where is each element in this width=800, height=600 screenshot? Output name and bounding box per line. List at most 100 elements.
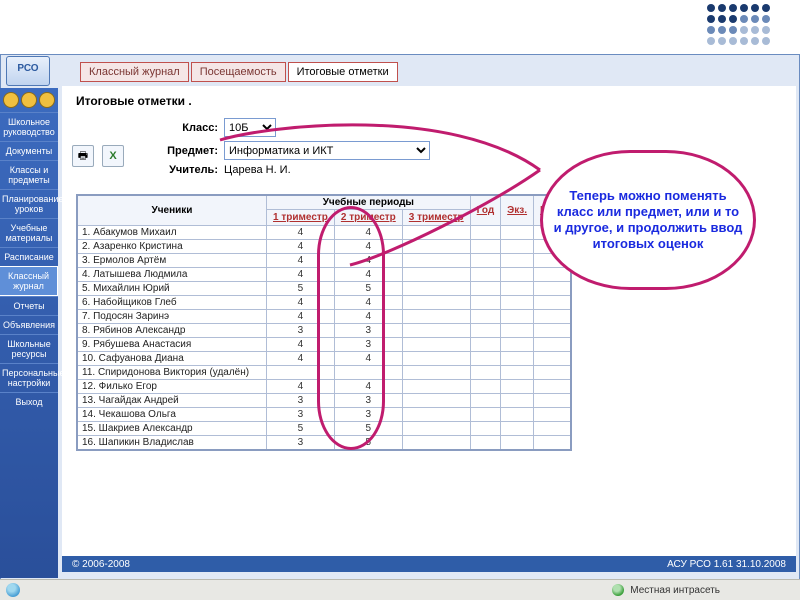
grade-cell[interactable] bbox=[402, 310, 470, 324]
grade-cell[interactable] bbox=[501, 352, 534, 366]
grade-cell[interactable]: 4 bbox=[334, 352, 402, 366]
grade-cell[interactable] bbox=[402, 380, 470, 394]
grade-cell[interactable] bbox=[470, 254, 501, 268]
grade-cell[interactable]: 4 bbox=[267, 240, 335, 254]
grade-cell[interactable] bbox=[534, 352, 572, 366]
grade-cell[interactable]: 3 bbox=[334, 408, 402, 422]
grade-cell[interactable]: 4 bbox=[267, 296, 335, 310]
grade-cell[interactable]: 5 bbox=[334, 436, 402, 451]
sidebar-item-4[interactable]: Учебные материалы bbox=[0, 218, 58, 247]
grade-cell[interactable] bbox=[402, 436, 470, 451]
grade-cell[interactable] bbox=[470, 268, 501, 282]
grade-cell[interactable] bbox=[534, 436, 572, 451]
grade-cell[interactable] bbox=[470, 394, 501, 408]
col-trimester-2[interactable]: 2 триместр bbox=[334, 210, 402, 226]
grade-cell[interactable] bbox=[402, 324, 470, 338]
grade-cell[interactable]: 3 bbox=[267, 408, 335, 422]
grade-cell[interactable] bbox=[501, 422, 534, 436]
grade-cell[interactable] bbox=[470, 436, 501, 451]
grade-cell[interactable] bbox=[334, 366, 402, 380]
grade-cell[interactable] bbox=[402, 408, 470, 422]
grade-cell[interactable] bbox=[534, 338, 572, 352]
subject-select[interactable]: Информатика и ИКТ bbox=[224, 141, 430, 160]
grade-cell[interactable]: 4 bbox=[334, 268, 402, 282]
grade-cell[interactable] bbox=[470, 352, 501, 366]
grade-cell[interactable] bbox=[402, 366, 470, 380]
grade-cell[interactable]: 4 bbox=[334, 310, 402, 324]
grade-cell[interactable] bbox=[402, 422, 470, 436]
class-select[interactable]: 10Б bbox=[224, 118, 276, 137]
grade-cell[interactable]: 4 bbox=[334, 240, 402, 254]
col-trimester-1[interactable]: 1 триместр bbox=[267, 210, 335, 226]
grade-cell[interactable] bbox=[501, 338, 534, 352]
grade-cell[interactable] bbox=[402, 338, 470, 352]
grade-cell[interactable] bbox=[534, 366, 572, 380]
grade-cell[interactable]: 4 bbox=[267, 254, 335, 268]
grade-cell[interactable]: 3 bbox=[267, 394, 335, 408]
grade-cell[interactable] bbox=[402, 296, 470, 310]
excel-icon[interactable]: X bbox=[102, 145, 124, 167]
print-icon[interactable]: 🖶 bbox=[72, 145, 94, 167]
sidebar-item-7[interactable]: Отчеты bbox=[0, 296, 58, 315]
grade-cell[interactable]: 3 bbox=[334, 324, 402, 338]
grade-cell[interactable] bbox=[501, 366, 534, 380]
mail-icon[interactable] bbox=[3, 92, 19, 108]
grade-cell[interactable]: 4 bbox=[267, 352, 335, 366]
grade-cell[interactable] bbox=[470, 422, 501, 436]
grade-cell[interactable] bbox=[470, 282, 501, 296]
col-trimester-3[interactable]: 3 триместр bbox=[402, 210, 470, 226]
grade-cell[interactable] bbox=[534, 422, 572, 436]
grade-cell[interactable]: 4 bbox=[267, 380, 335, 394]
sidebar-item-3[interactable]: Планирование уроков bbox=[0, 189, 58, 218]
tab-final-grades[interactable]: Итоговые отметки bbox=[288, 62, 398, 82]
grade-cell[interactable] bbox=[402, 268, 470, 282]
sidebar-item-9[interactable]: Школьные ресурсы bbox=[0, 334, 58, 363]
grade-cell[interactable] bbox=[470, 338, 501, 352]
grade-cell[interactable] bbox=[470, 366, 501, 380]
grade-cell[interactable] bbox=[402, 240, 470, 254]
grade-cell[interactable] bbox=[501, 394, 534, 408]
grade-cell[interactable]: 3 bbox=[267, 436, 335, 451]
grade-cell[interactable] bbox=[402, 394, 470, 408]
grade-cell[interactable] bbox=[470, 226, 501, 240]
grade-cell[interactable]: 4 bbox=[334, 296, 402, 310]
sidebar-item-10[interactable]: Персональные настройки bbox=[0, 363, 58, 392]
tab-attendance[interactable]: Посещаемость bbox=[191, 62, 286, 82]
grade-cell[interactable] bbox=[402, 254, 470, 268]
grade-cell[interactable] bbox=[501, 254, 534, 268]
sidebar-item-5[interactable]: Расписание bbox=[0, 247, 58, 266]
grade-cell[interactable] bbox=[402, 352, 470, 366]
col-year[interactable]: Год bbox=[470, 195, 501, 226]
grade-cell[interactable]: 5 bbox=[334, 282, 402, 296]
grade-cell[interactable]: 3 bbox=[267, 324, 335, 338]
grade-cell[interactable]: 5 bbox=[267, 422, 335, 436]
grade-cell[interactable]: 3 bbox=[334, 394, 402, 408]
sidebar-item-0[interactable]: Школьное руководство bbox=[0, 112, 58, 141]
grade-cell[interactable] bbox=[501, 282, 534, 296]
grade-cell[interactable] bbox=[470, 380, 501, 394]
grade-cell[interactable] bbox=[501, 310, 534, 324]
sidebar-item-2[interactable]: Классы и предметы bbox=[0, 160, 58, 189]
grade-cell[interactable]: 4 bbox=[267, 226, 335, 240]
col-exam[interactable]: Экз. bbox=[501, 195, 534, 226]
grade-cell[interactable]: 4 bbox=[334, 254, 402, 268]
grade-cell[interactable] bbox=[534, 282, 572, 296]
help-icon[interactable] bbox=[39, 92, 55, 108]
grade-cell[interactable] bbox=[501, 408, 534, 422]
grade-cell[interactable]: 4 bbox=[267, 268, 335, 282]
grade-cell[interactable] bbox=[501, 296, 534, 310]
sidebar-item-1[interactable]: Документы bbox=[0, 141, 58, 160]
grade-cell[interactable]: 4 bbox=[334, 226, 402, 240]
grade-cell[interactable] bbox=[534, 324, 572, 338]
tab-journal[interactable]: Классный журнал bbox=[80, 62, 189, 82]
grade-cell[interactable]: 5 bbox=[334, 422, 402, 436]
grade-cell[interactable] bbox=[501, 436, 534, 451]
grade-cell[interactable] bbox=[501, 380, 534, 394]
grade-cell[interactable] bbox=[501, 240, 534, 254]
grade-cell[interactable] bbox=[470, 310, 501, 324]
grade-cell[interactable] bbox=[534, 408, 572, 422]
sidebar-item-8[interactable]: Объявления bbox=[0, 315, 58, 334]
grade-cell[interactable]: 4 bbox=[334, 380, 402, 394]
grade-cell[interactable] bbox=[402, 282, 470, 296]
grade-cell[interactable] bbox=[501, 268, 534, 282]
